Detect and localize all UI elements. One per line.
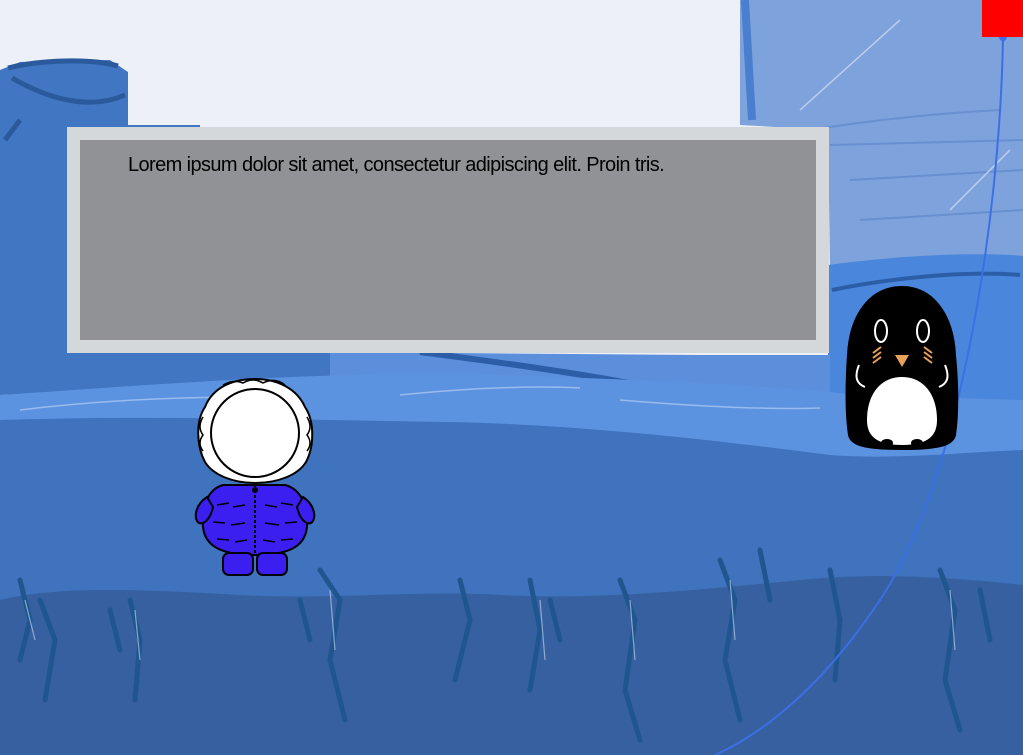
- player-character[interactable]: [193, 377, 318, 579]
- penguin-npc[interactable]: [845, 285, 960, 453]
- red-marker: [982, 0, 1023, 37]
- dialog-panel: Lorem ipsum dolor sit amet, consectetur …: [80, 140, 816, 340]
- dialog-text: Lorem ipsum dolor sit amet, consectetur …: [128, 154, 665, 176]
- dialog-box[interactable]: Lorem ipsum dolor sit amet, consectetur …: [67, 127, 829, 353]
- game-scene: Lorem ipsum dolor sit amet, consectetur …: [0, 0, 1023, 755]
